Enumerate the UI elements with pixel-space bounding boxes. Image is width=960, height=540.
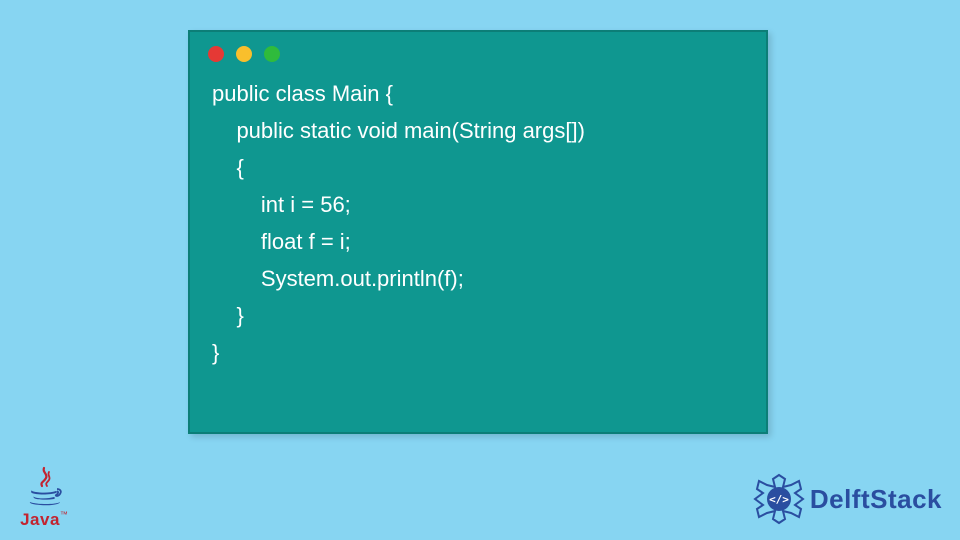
java-label: Java™ xyxy=(16,510,72,530)
delftstack-icon: </> xyxy=(752,472,806,526)
svg-text:</>: </> xyxy=(769,493,789,506)
code-window: public class Main { public static void m… xyxy=(188,30,768,434)
maximize-icon xyxy=(264,46,280,62)
traffic-lights xyxy=(190,32,766,68)
close-icon xyxy=(208,46,224,62)
code-block: public class Main { public static void m… xyxy=(190,68,766,392)
delftstack-label: DelftStack xyxy=(810,484,942,515)
java-logo: Java™ xyxy=(16,464,72,530)
delftstack-logo: </> DelftStack xyxy=(752,472,942,526)
java-cup-icon xyxy=(22,464,66,508)
minimize-icon xyxy=(236,46,252,62)
